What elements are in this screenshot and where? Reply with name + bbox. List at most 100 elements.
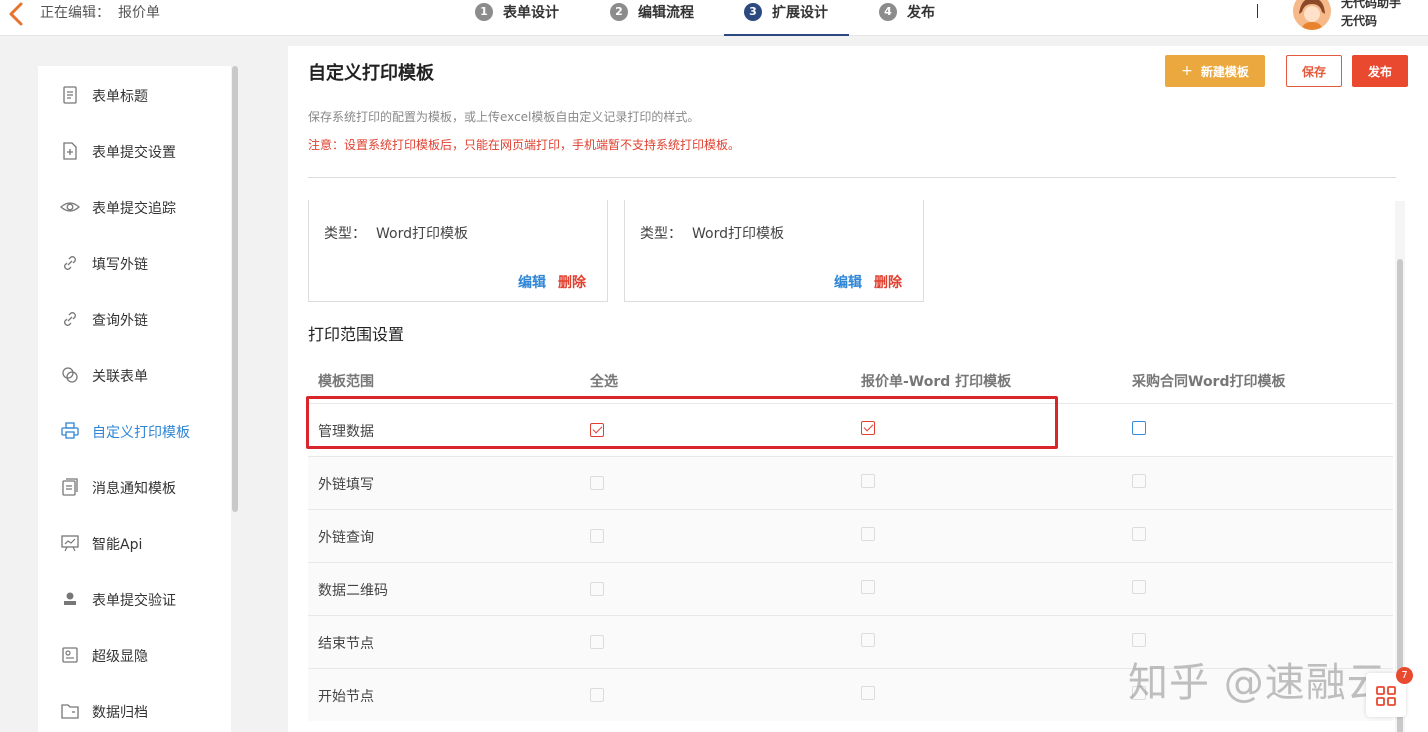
checkbox-quote-word-template[interactable] — [861, 580, 875, 594]
link-icon — [64, 312, 76, 326]
divider — [308, 177, 1396, 178]
sidebar-item-label: 自定义打印模板 — [92, 425, 190, 441]
type-label: 类型： — [640, 226, 682, 242]
row-label: 外链查询 — [318, 530, 374, 546]
sidebar-item-custom-print-template[interactable]: 自定义打印模板 — [38, 411, 231, 451]
sidebar-item-smart-api[interactable]: 智能Api — [38, 523, 231, 563]
step-publish[interactable]: 4 发布 — [879, 2, 935, 36]
sidebar-item-submit-tracking[interactable]: 表单提交追踪 — [38, 187, 231, 227]
checkbox-select-all[interactable] — [590, 476, 604, 490]
sidebar: 表单标题 表单提交设置 表单提交追踪 填写外链 查询外链 关联表单 自定义打印模… — [38, 66, 231, 732]
user-name: 无代码助手 — [1341, 0, 1402, 10]
document-icon — [63, 86, 77, 104]
checkbox-select-all[interactable] — [590, 529, 604, 543]
template-type: 类型： Word打印模板 — [640, 223, 784, 243]
new-template-button[interactable]: + 新建模板 — [1165, 55, 1265, 87]
avatar[interactable] — [1293, 0, 1331, 30]
sidebar-item-submit-validation[interactable]: 表单提交验证 — [38, 579, 231, 619]
delete-template-button[interactable]: 删除 — [874, 272, 902, 292]
edit-template-button[interactable]: 编辑 — [518, 272, 546, 292]
description-text: 保存系统打印的配置为模板，或上传excel模板自由定义记录打印的样式。 — [308, 110, 700, 124]
sidebar-item-message-template[interactable]: 消息通知模板 — [38, 467, 231, 507]
delete-template-button[interactable]: 删除 — [558, 272, 586, 292]
type-value: Word打印模板 — [376, 226, 468, 242]
back-arrow-icon[interactable] — [6, 1, 28, 29]
highlight-annotation-box — [306, 396, 1058, 449]
user-stamp-icon — [64, 592, 76, 605]
column-header-select-all: 全选 — [590, 374, 618, 390]
sidebar-item-linked-form[interactable]: 关联表单 — [38, 355, 231, 395]
column-header-scope: 模板范围 — [318, 374, 374, 390]
sidebar-item-query-link[interactable]: 查询外链 — [38, 299, 231, 339]
type-value: Word打印模板 — [692, 226, 784, 242]
folder-icon — [61, 704, 79, 719]
scrollbar-thumb[interactable] — [1397, 259, 1403, 732]
checkbox-select-all[interactable] — [590, 582, 604, 596]
top-bar: 正在编辑： 报价单 1 表单设计 2 编辑流程 3 扩展设计 4 发布 无代码助手… — [0, 0, 1428, 36]
sidebar-item-fill-link[interactable]: 填写外链 — [38, 243, 231, 283]
step-extension-design[interactable]: 3 扩展设计 — [724, 2, 849, 36]
sidebar-item-submit-settings[interactable]: 表单提交设置 — [38, 131, 231, 171]
step-label: 发布 — [907, 5, 935, 21]
column-header-purchase-contract-template: 采购合同Word打印模板 — [1132, 374, 1286, 390]
step-form-design[interactable]: 1 表单设计 — [475, 2, 559, 36]
link-icon — [64, 256, 76, 270]
row-label: 外链填写 — [318, 477, 374, 493]
checkbox-purchase-contract-template[interactable] — [1132, 421, 1146, 435]
main-panel: 自定义打印模板 + 新建模板 保存 发布 保存系统打印的配置为模板，或上传exc… — [288, 46, 1428, 732]
row-label: 开始节点 — [318, 689, 374, 705]
sidebar-item-super-visibility[interactable]: 超级显隐 — [38, 635, 231, 675]
sidebar-item-label: 关联表单 — [92, 369, 148, 385]
checkbox-quote-word-template[interactable] — [861, 686, 875, 700]
eye-icon — [60, 202, 80, 212]
sidebar-item-label: 表单提交追踪 — [92, 201, 176, 217]
checkbox-purchase-contract-template[interactable] — [1132, 633, 1146, 647]
step-number: 4 — [879, 3, 897, 21]
linked-circles-icon — [62, 367, 78, 383]
sidebar-item-label: 表单标题 — [92, 89, 148, 105]
checkbox-select-all[interactable] — [590, 688, 604, 702]
step-label: 表单设计 — [503, 5, 559, 21]
save-button[interactable]: 保存 — [1286, 55, 1342, 87]
sidebar-item-label: 填写外链 — [92, 257, 148, 273]
template-type: 类型： Word打印模板 — [324, 223, 468, 243]
sidebar-scrollbar[interactable] — [232, 66, 238, 512]
checkbox-quote-word-template[interactable] — [861, 633, 875, 647]
sidebar-item-label: 智能Api — [92, 537, 143, 553]
form-name: 报价单 — [118, 5, 160, 21]
watermark: 知乎 @速融云 — [1128, 660, 1388, 706]
avatar-icon — [1293, 0, 1331, 30]
page-title: 自定义打印模板 — [308, 63, 434, 84]
message-template-icon — [62, 478, 78, 496]
print-scope-section-title: 打印范围设置 — [308, 325, 405, 344]
user-org: 无代码 — [1341, 14, 1378, 28]
file-add-icon — [63, 142, 77, 160]
checkbox-purchase-contract-template[interactable] — [1132, 580, 1146, 594]
plus-icon: + — [1181, 63, 1193, 79]
checkbox-select-all[interactable] — [590, 635, 604, 649]
step-edit-flow[interactable]: 2 编辑流程 — [610, 2, 694, 36]
type-label: 类型： — [324, 226, 366, 242]
editing-indicator: 正在编辑： 报价单 — [40, 2, 160, 22]
new-template-label: 新建模板 — [1200, 64, 1249, 79]
sidebar-item-label: 消息通知模板 — [92, 481, 176, 497]
main-scrollbar[interactable] — [1395, 201, 1405, 732]
edit-template-button[interactable]: 编辑 — [834, 272, 862, 292]
checkbox-quote-word-template[interactable] — [861, 527, 875, 541]
checkbox-quote-word-template[interactable] — [861, 474, 875, 488]
sidebar-item-form-title[interactable]: 表单标题 — [38, 75, 231, 115]
publish-button[interactable]: 发布 — [1352, 55, 1408, 87]
header-divider — [1257, 4, 1258, 18]
warning-note: 注意：设置系统打印模板后，只能在网页端打印，手机端暂不支持系统打印模板。 — [308, 138, 741, 152]
printer-icon — [61, 422, 79, 439]
table-row: 外链填写 — [308, 456, 1393, 509]
sidebar-item-label: 查询外链 — [92, 313, 148, 329]
sidebar-item-data-archive[interactable]: 数据归档 — [38, 691, 231, 731]
checkbox-purchase-contract-template[interactable] — [1132, 527, 1146, 541]
step-label: 编辑流程 — [638, 5, 694, 21]
checkbox-purchase-contract-template[interactable] — [1132, 474, 1146, 488]
notification-badge: 7 — [1396, 667, 1413, 684]
template-card: 类型： Word打印模板 编辑 删除 — [308, 200, 608, 302]
step-number: 3 — [744, 3, 762, 21]
toggle-box-icon — [62, 647, 78, 663]
